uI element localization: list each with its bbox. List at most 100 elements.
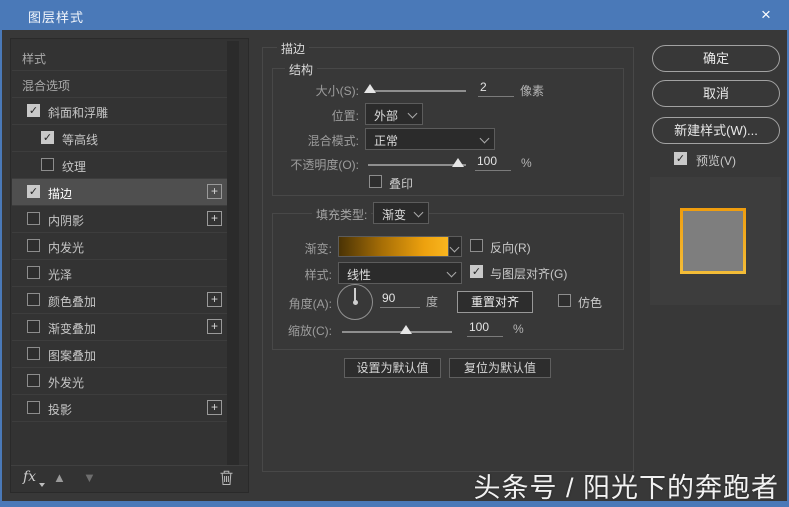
sidebar-item-satin[interactable]: 光泽	[12, 260, 227, 287]
gradient-overlay-checkbox[interactable]	[27, 320, 40, 333]
sidebar-item-label: 等高线	[62, 133, 99, 147]
gradient-overlay-add-instance-icon[interactable]: +	[207, 319, 222, 334]
overprint-checkbox[interactable]	[369, 175, 382, 188]
sidebar-item-blending-options[interactable]: 混合选项	[12, 71, 227, 98]
inner-shadow-add-instance-icon[interactable]: +	[207, 211, 222, 226]
delete-effect-icon[interactable]	[219, 469, 234, 491]
sidebar-item-label: 外发光	[48, 376, 85, 390]
effects-list: 样式 混合选项 ✓ 斜面和浮雕 ✓ 等高线 纹理 ✓ 描边 + 内阴影 + 内发光 光泽 颜色叠加 + 渐变叠加…	[12, 44, 227, 422]
sidebar-item-pattern-overlay[interactable]: 图案叠加	[12, 341, 227, 368]
sidebar-footer: fx ▲ ▼	[11, 465, 248, 492]
scale-slider-thumb[interactable]	[400, 325, 412, 334]
texture-checkbox[interactable]	[41, 158, 54, 171]
chevron-down-icon	[407, 108, 418, 119]
color-overlay-checkbox[interactable]	[27, 293, 40, 306]
angle-unit: 度	[426, 295, 439, 309]
sidebar-item-bevel-emboss[interactable]: ✓ 斜面和浮雕	[12, 98, 227, 125]
scale-value-field[interactable]: 100	[467, 320, 503, 337]
new-style-button[interactable]: 新建样式(W)...	[652, 117, 780, 144]
blend-mode-dropdown[interactable]: 正常	[365, 128, 495, 150]
angle-dial[interactable]	[337, 284, 373, 320]
sidebar-item-outer-glow[interactable]: 外发光	[12, 368, 227, 395]
dither-checkbox[interactable]	[558, 294, 571, 307]
opacity-label: 不透明度(O):	[290, 158, 359, 172]
opacity-slider-thumb[interactable]	[452, 158, 464, 167]
effects-sidebar: 样式 混合选项 ✓ 斜面和浮雕 ✓ 等高线 纹理 ✓ 描边 + 内阴影 + 内发光 光泽 颜色叠加 + 渐变叠加…	[10, 38, 249, 493]
reverse-checkbox[interactable]	[470, 239, 483, 252]
gradient-style-dropdown[interactable]: 线性	[338, 262, 462, 284]
move-effect-up-icon[interactable]: ▲	[53, 470, 66, 485]
gradient-style-label: 样式:	[304, 268, 332, 282]
stroke-group-label: 描边	[277, 40, 310, 57]
align-with-layer-checkbox[interactable]: ✓	[470, 265, 483, 278]
color-overlay-add-instance-icon[interactable]: +	[207, 292, 222, 307]
sidebar-item-styles[interactable]: 样式	[12, 44, 227, 71]
sidebar-item-contour[interactable]: ✓ 等高线	[12, 125, 227, 152]
sidebar-item-stroke[interactable]: ✓ 描边 +	[12, 179, 227, 206]
reset-to-default-button[interactable]: 复位为默认值	[449, 358, 551, 378]
cancel-button[interactable]: 取消	[652, 80, 780, 107]
fx-menu-button[interactable]: fx	[23, 469, 36, 485]
opacity-unit: %	[521, 156, 532, 170]
gradient-swatch-dropdown[interactable]	[448, 236, 462, 257]
style-preview-thumbnail	[680, 208, 746, 274]
bevel-emboss-checkbox[interactable]: ✓	[27, 104, 40, 117]
inner-glow-checkbox[interactable]	[27, 239, 40, 252]
position-label: 位置:	[331, 109, 359, 123]
structure-group-label: 结构	[285, 61, 318, 78]
preview-label: 预览(V)	[696, 154, 736, 168]
align-with-layer-label: 与图层对齐(G)	[490, 267, 568, 281]
dialog-content: 样式 混合选项 ✓ 斜面和浮雕 ✓ 等高线 纹理 ✓ 描边 + 内阴影 + 内发光 光泽 颜色叠加 + 渐变叠加…	[2, 0, 787, 501]
overprint-label: 叠印	[389, 177, 414, 191]
drop-shadow-add-instance-icon[interactable]: +	[207, 400, 222, 415]
chevron-down-icon	[449, 242, 460, 253]
set-as-default-button[interactable]: 设置为默认值	[344, 358, 441, 378]
pattern-overlay-checkbox[interactable]	[27, 347, 40, 360]
sidebar-item-inner-shadow[interactable]: 内阴影 +	[12, 206, 227, 233]
watermark-text: 头条号 / 阳光下的奔跑者	[473, 473, 779, 503]
ok-button[interactable]: 确定	[652, 45, 780, 72]
gradient-label: 渐变:	[304, 242, 332, 256]
opacity-value-field[interactable]: 100	[475, 154, 511, 171]
fx-caret-icon	[39, 483, 45, 487]
sidebar-item-label: 斜面和浮雕	[48, 106, 109, 120]
sidebar-item-gradient-overlay[interactable]: 渐变叠加 +	[12, 314, 227, 341]
size-value-field[interactable]: 2	[478, 80, 514, 97]
sidebar-item-label: 样式	[22, 52, 47, 66]
sidebar-item-label: 描边	[48, 187, 73, 201]
style-preview-panel	[650, 177, 781, 305]
sidebar-item-inner-glow[interactable]: 内发光	[12, 233, 227, 260]
stroke-add-instance-icon[interactable]: +	[207, 184, 222, 199]
angle-value-field[interactable]: 90	[380, 291, 420, 308]
drop-shadow-checkbox[interactable]	[27, 401, 40, 414]
sidebar-item-color-overlay[interactable]: 颜色叠加 +	[12, 287, 227, 314]
contour-checkbox[interactable]: ✓	[41, 131, 54, 144]
size-slider-track[interactable]	[368, 90, 466, 92]
sidebar-scrollbar[interactable]	[227, 41, 239, 465]
chevron-down-icon	[413, 207, 424, 218]
angle-label: 角度(A):	[288, 297, 332, 311]
sidebar-item-drop-shadow[interactable]: 投影 +	[12, 395, 227, 422]
fill-type-dropdown[interactable]: 渐变	[373, 202, 429, 224]
sidebar-item-label: 渐变叠加	[48, 322, 97, 336]
sidebar-item-label: 纹理	[62, 160, 87, 174]
stroke-checkbox[interactable]: ✓	[27, 185, 40, 198]
satin-checkbox[interactable]	[27, 266, 40, 279]
size-slider-thumb[interactable]	[364, 84, 376, 93]
scale-slider-track[interactable]	[342, 331, 452, 333]
reset-alignment-button[interactable]: 重置对齐	[457, 291, 533, 313]
gradient-style-value: 线性	[347, 268, 372, 282]
position-dropdown[interactable]: 外部	[365, 103, 423, 125]
inner-shadow-checkbox[interactable]	[27, 212, 40, 225]
gradient-swatch[interactable]	[338, 236, 449, 257]
sidebar-item-texture[interactable]: 纹理	[12, 152, 227, 179]
sidebar-item-label: 颜色叠加	[48, 295, 97, 309]
size-label: 大小(S):	[315, 84, 359, 98]
blend-mode-label: 混合模式:	[307, 134, 359, 148]
preview-checkbox[interactable]: ✓	[674, 152, 687, 165]
move-effect-down-icon[interactable]: ▼	[83, 470, 96, 485]
size-unit: 像素	[520, 84, 545, 98]
fill-type-value: 渐变	[382, 208, 407, 222]
outer-glow-checkbox[interactable]	[27, 374, 40, 387]
sidebar-item-label: 内发光	[48, 241, 85, 255]
